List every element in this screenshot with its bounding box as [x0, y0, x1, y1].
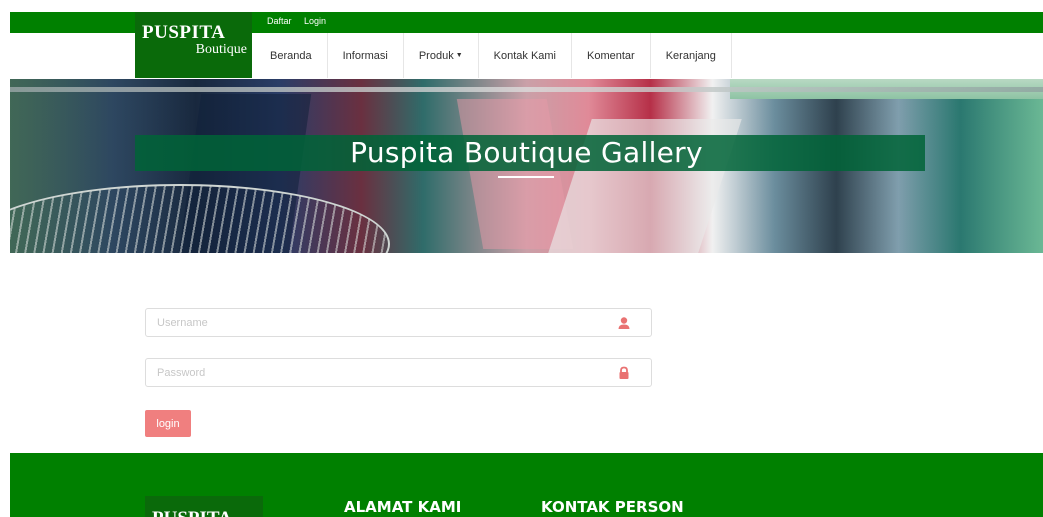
- hero-banner-image: Puspita Boutique Gallery: [10, 79, 1043, 253]
- hero-title-underline: [498, 176, 554, 178]
- nav-label: Produk: [418, 49, 454, 62]
- hero-title: Puspita Boutique Gallery: [350, 136, 703, 169]
- username-field[interactable]: [145, 308, 652, 337]
- nav-item-produk[interactable]: Produk ▼: [404, 33, 479, 78]
- nav-label: Informasi: [342, 49, 388, 62]
- site-logo[interactable]: PUSPITA Boutique: [135, 12, 252, 78]
- hero-fan: [10, 184, 390, 253]
- password-input[interactable]: [146, 359, 596, 386]
- caret-down-icon: ▼: [455, 52, 463, 59]
- nav-item-komentar[interactable]: Komentar: [572, 33, 651, 78]
- footer-heading-address: ALAMAT KAMI: [344, 498, 462, 516]
- username-input[interactable]: [146, 309, 596, 336]
- login-link[interactable]: Login: [304, 16, 326, 26]
- nav-label: Komentar: [587, 49, 635, 62]
- main-nav: Beranda Informasi Produk ▼ Kontak Kami Ko…: [255, 33, 732, 78]
- password-field[interactable]: [145, 358, 652, 387]
- login-button[interactable]: login: [145, 410, 191, 437]
- logo-title: PUSPITA: [142, 22, 226, 43]
- nav-label: Beranda: [270, 49, 312, 62]
- nav-label: Keranjang: [665, 49, 716, 62]
- lock-icon: [619, 366, 629, 379]
- nav-item-kontak-kami[interactable]: Kontak Kami: [479, 33, 573, 78]
- nav-item-beranda[interactable]: Beranda: [255, 33, 328, 78]
- logo-subtitle: Boutique: [195, 42, 247, 57]
- top-links: Daftar Login: [267, 16, 336, 26]
- nav-item-keranjang[interactable]: Keranjang: [651, 33, 732, 78]
- nav-item-informasi[interactable]: Informasi: [328, 33, 404, 78]
- footer-logo: PUSPITA: [145, 496, 263, 517]
- register-link[interactable]: Daftar: [267, 16, 292, 26]
- page: Daftar Login PUSPITA Boutique Beranda In…: [0, 0, 1043, 517]
- hero-clothes-rod: [10, 87, 1043, 92]
- nav-label: Kontak Kami: [493, 49, 557, 62]
- footer: PUSPITA ALAMAT KAMI KONTAK PERSON: [10, 453, 1043, 517]
- user-icon: [618, 317, 630, 329]
- footer-heading-contact: KONTAK PERSON: [541, 498, 684, 516]
